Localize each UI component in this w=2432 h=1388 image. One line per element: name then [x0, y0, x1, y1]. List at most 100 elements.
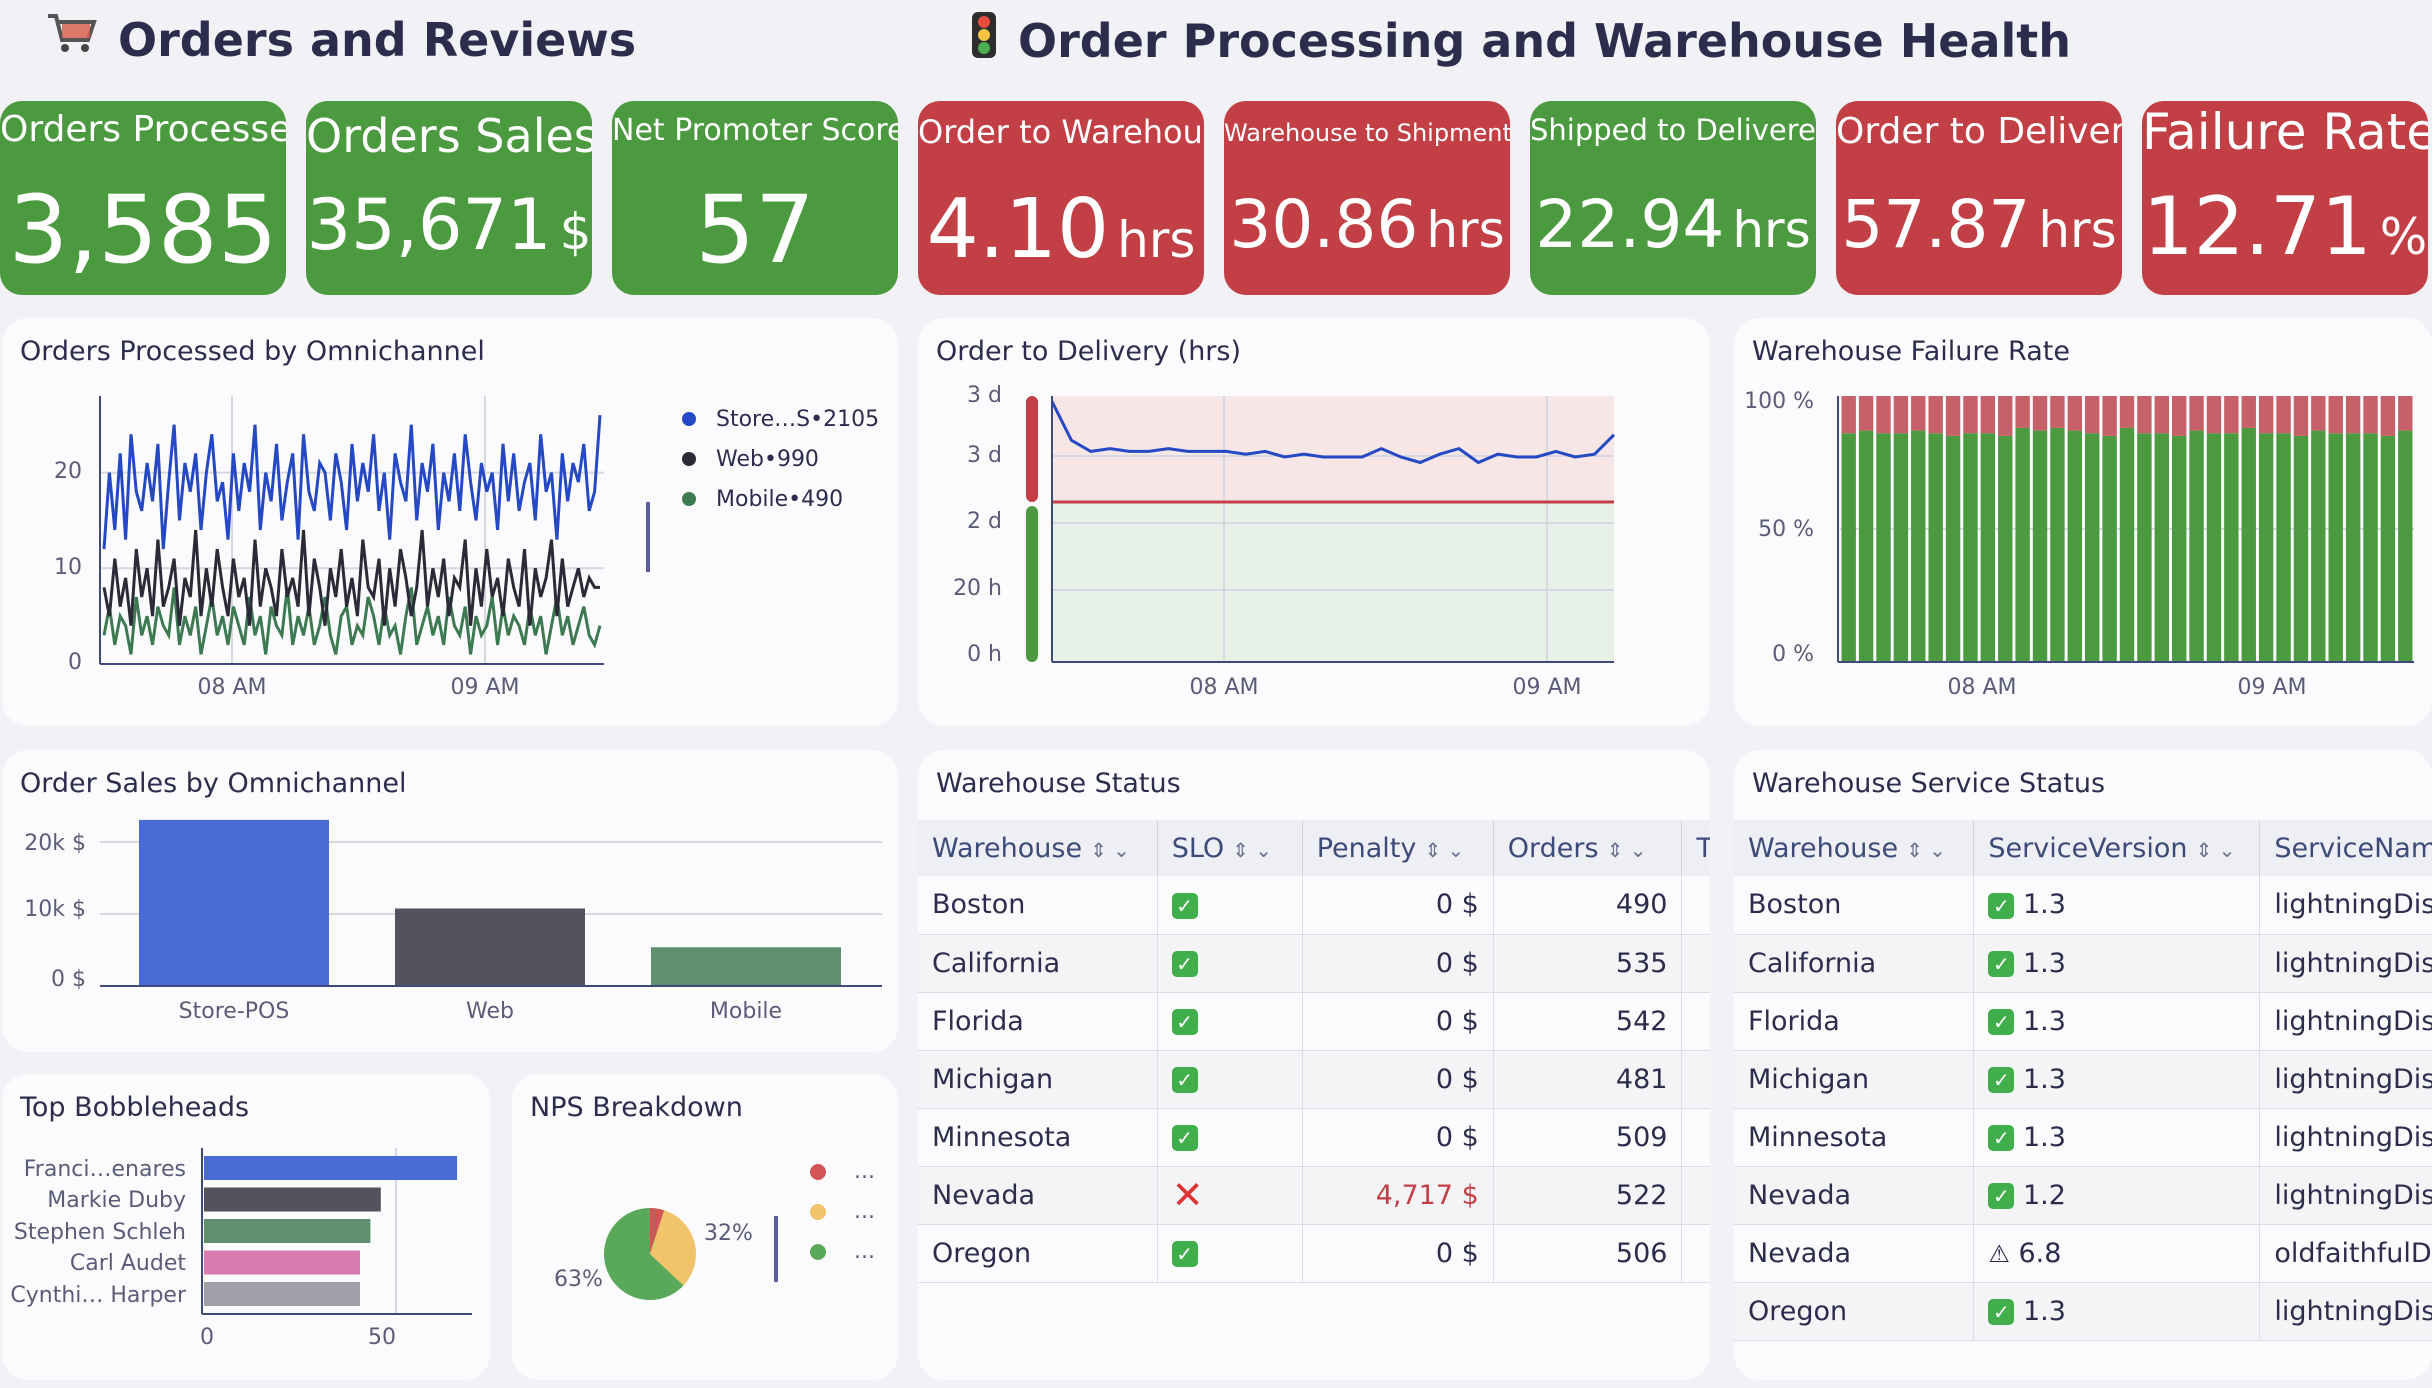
legend-item[interactable]: Store…S•2105	[682, 400, 879, 440]
table-row[interactable]: Oregon ✓ 0 $506	[918, 1224, 1710, 1283]
cell-penalty: 0 $	[1302, 1050, 1494, 1109]
col-header-slo[interactable]: SLO ⇕ ⌄	[1157, 820, 1303, 876]
tile-net-promoter-score[interactable]: Net Promoter Score 57	[612, 101, 898, 295]
panel-warehouse-status[interactable]: Warehouse Status Warehouse ⇕ ⌄ SLO ⇕ ⌄ Pen…	[918, 750, 1710, 1380]
cell-penalty: 4,717 $	[1302, 1166, 1494, 1225]
bar-segment-failure	[2398, 396, 2413, 431]
table-row[interactable]: California ✓ 1.3 lightningDis	[1734, 934, 2432, 993]
bobbleheads-bar-chart: Franci…enares Markie Duby Stephen Schleh…	[10, 1148, 472, 1350]
bar-segment-failure	[1980, 396, 1996, 434]
nps-pie-chart: 63% 32% ... ... ...	[554, 1159, 875, 1300]
cell-truncated	[1681, 1166, 1710, 1225]
bar-segment-success	[2085, 433, 2100, 662]
cell-warehouse: Florida	[1734, 992, 1975, 1051]
panel-nps-breakdown[interactable]: NPS Breakdown 63% 32% ... ... ...	[512, 1074, 898, 1380]
table-row[interactable]: Florida ✓ 1.3 lightningDis	[1734, 992, 2432, 1051]
check-icon: ✓	[1988, 1183, 2015, 1209]
tile-label: Order to Delivery	[1836, 111, 2122, 152]
tile-warehouse-to-shipment[interactable]: Warehouse to Shipment 30.86 hrs	[1224, 101, 1510, 295]
bar-segment-failure	[1911, 396, 1926, 431]
tile-label: Warehouse to Shipment	[1224, 119, 1510, 147]
legend-item[interactable]: Mobile•490	[682, 480, 879, 520]
bar-segment-failure	[2102, 396, 2117, 436]
cell-servicename: lightningDis	[2259, 1050, 2432, 1109]
cell-warehouse: Oregon	[918, 1224, 1158, 1283]
table-row[interactable]: Florida ✓ 0 $542	[918, 992, 1710, 1051]
col-header-orders[interactable]: Orders ⇕ ⌄	[1493, 820, 1683, 876]
cell-slo: ✓	[1157, 1108, 1303, 1167]
cell-slo: ✕	[1157, 1166, 1303, 1225]
x-tick: 08 AM	[197, 675, 266, 700]
order-sales-bar-chart: 20k $ 10k $ 0 $ Store-POS Web Mobile	[24, 819, 882, 1024]
cell-slo: ✓	[1157, 1050, 1303, 1109]
bar-segment-success	[1998, 435, 2013, 662]
cell-penalty: 0 $	[1302, 934, 1494, 993]
cell-truncated	[1681, 1108, 1710, 1167]
tile-failure-rate[interactable]: Failure Rate 12.71%	[2142, 101, 2428, 295]
col-header-serviceversion[interactable]: ServiceVersion ⇕ ⌄	[1973, 820, 2261, 876]
panel-order-sales[interactable]: Order Sales by Omnichannel 20k $ 10k $ 0…	[2, 750, 898, 1052]
tile-value: 4.10 hrs	[926, 182, 1196, 277]
check-icon: ✓	[1988, 1125, 2015, 1151]
legend-item[interactable]: Web•990	[682, 440, 879, 480]
bar-segment-success	[1876, 433, 1891, 662]
col-header-warehouse[interactable]: Warehouse ⇕ ⌄	[918, 820, 1158, 876]
cell-truncated	[1681, 1224, 1710, 1283]
bar-segment-success	[2102, 435, 2117, 662]
panel-omnichannel-orders[interactable]: Orders Processed by Omnichannel 0 10 20 …	[2, 318, 898, 726]
bar	[204, 1187, 381, 1212]
cell-slo: ✓	[1157, 992, 1303, 1051]
tile-shipped-to-delivered[interactable]: Shipped to Delivered 22.94 hrs	[1530, 101, 1816, 295]
bar-segment-failure	[1841, 396, 1856, 434]
cell-warehouse: Minnesota	[918, 1108, 1158, 1167]
bar-segment-failure	[2328, 396, 2343, 434]
table-row[interactable]: Nevada ⚠ 6.8 oldfaithfulD	[1734, 1224, 2432, 1283]
y-tick: 0 %	[1772, 642, 1814, 667]
cell-orders: 490	[1493, 876, 1683, 935]
legend-item[interactable]: ...	[854, 1239, 875, 1264]
col-header-servicename[interactable]: ServiceNam	[2259, 820, 2432, 876]
y-tick: Markie Duby	[47, 1188, 186, 1213]
failure-rate-stacked-bar-chart: 100 % 50 % 0 % 08 AM 09 AM	[1744, 389, 2414, 700]
table-row[interactable]: Minnesota ✓ 0 $509	[918, 1108, 1710, 1167]
legend-item[interactable]: ...	[854, 1199, 875, 1224]
table-row[interactable]: Michigan ✓ 1.3 lightningDis	[1734, 1050, 2432, 1109]
table-row[interactable]: Nevada ✕ 4,717 $522	[918, 1166, 1710, 1225]
col-header-warehouse[interactable]: Warehouse ⇕ ⌄	[1734, 820, 1975, 876]
col-header-penalty[interactable]: Penalty ⇕ ⌄	[1302, 820, 1494, 876]
cell-serviceversion: ✓ 1.3	[1973, 934, 2261, 993]
table-row[interactable]: Nevada ✓ 1.2 lightningDis	[1734, 1166, 2432, 1225]
y-tick: 20 h	[953, 576, 1002, 601]
y-tick: 0 $	[51, 967, 86, 992]
table-row[interactable]: California ✓ 0 $535	[918, 934, 1710, 993]
table-row[interactable]: Boston ✓ 1.3 lightningDis	[1734, 876, 2432, 935]
panel-top-bobbleheads[interactable]: Top Bobbleheads Franci…enares Markie Dub…	[2, 1074, 490, 1380]
cell-penalty: 0 $	[1302, 992, 1494, 1051]
legend-item[interactable]: ...	[854, 1159, 875, 1184]
check-icon: ✓	[1988, 1299, 2015, 1325]
tile-order-to-warehouse[interactable]: Order to Warehouse 4.10hrs	[918, 101, 1204, 295]
tile-orders-processed[interactable]: Orders Processed 3,585	[0, 101, 286, 295]
table-row[interactable]: Oregon ✓ 1.3 lightningDis	[1734, 1282, 2432, 1341]
tile-orders-sales[interactable]: Orders Sales 35,671 $	[306, 101, 592, 295]
cell-truncated	[1681, 876, 1710, 935]
cell-truncated	[1681, 1050, 1710, 1109]
panel-order-to-delivery[interactable]: Order to Delivery (hrs) 3 d 3 d 2 d 20 h…	[918, 318, 1710, 726]
panel-warehouse-service-status[interactable]: Warehouse Service Status Warehouse ⇕ ⌄ Se…	[1734, 750, 2432, 1380]
bar-segment-failure	[2293, 396, 2309, 436]
bar-segment-failure	[2067, 396, 2083, 431]
col-header-truncated[interactable]: T	[1681, 820, 1710, 876]
table-row[interactable]: Minnesota ✓ 1.3 lightningDis	[1734, 1108, 2432, 1167]
bar-segment-success	[1893, 433, 1909, 662]
panel-warehouse-failure-rate[interactable]: Warehouse Failure Rate 100 % 50 % 0 % 08…	[1734, 318, 2432, 726]
cell-serviceversion: ✓ 1.3	[1973, 1282, 2261, 1341]
bar-segment-success	[2224, 433, 2239, 662]
tile-order-to-delivery[interactable]: Order to Delivery 57.87 hrs	[1836, 101, 2122, 295]
bar-segment-success	[2119, 427, 2135, 662]
table-row[interactable]: Boston ✓ 0 $490	[918, 876, 1710, 935]
cell-serviceversion: ✓ 1.3	[1973, 992, 2261, 1051]
table-row[interactable]: Michigan ✓ 0 $481	[918, 1050, 1710, 1109]
cell-warehouse: Nevada	[918, 1166, 1158, 1225]
pie-label: 63%	[554, 1267, 603, 1292]
bar-segment-success	[2154, 433, 2169, 662]
